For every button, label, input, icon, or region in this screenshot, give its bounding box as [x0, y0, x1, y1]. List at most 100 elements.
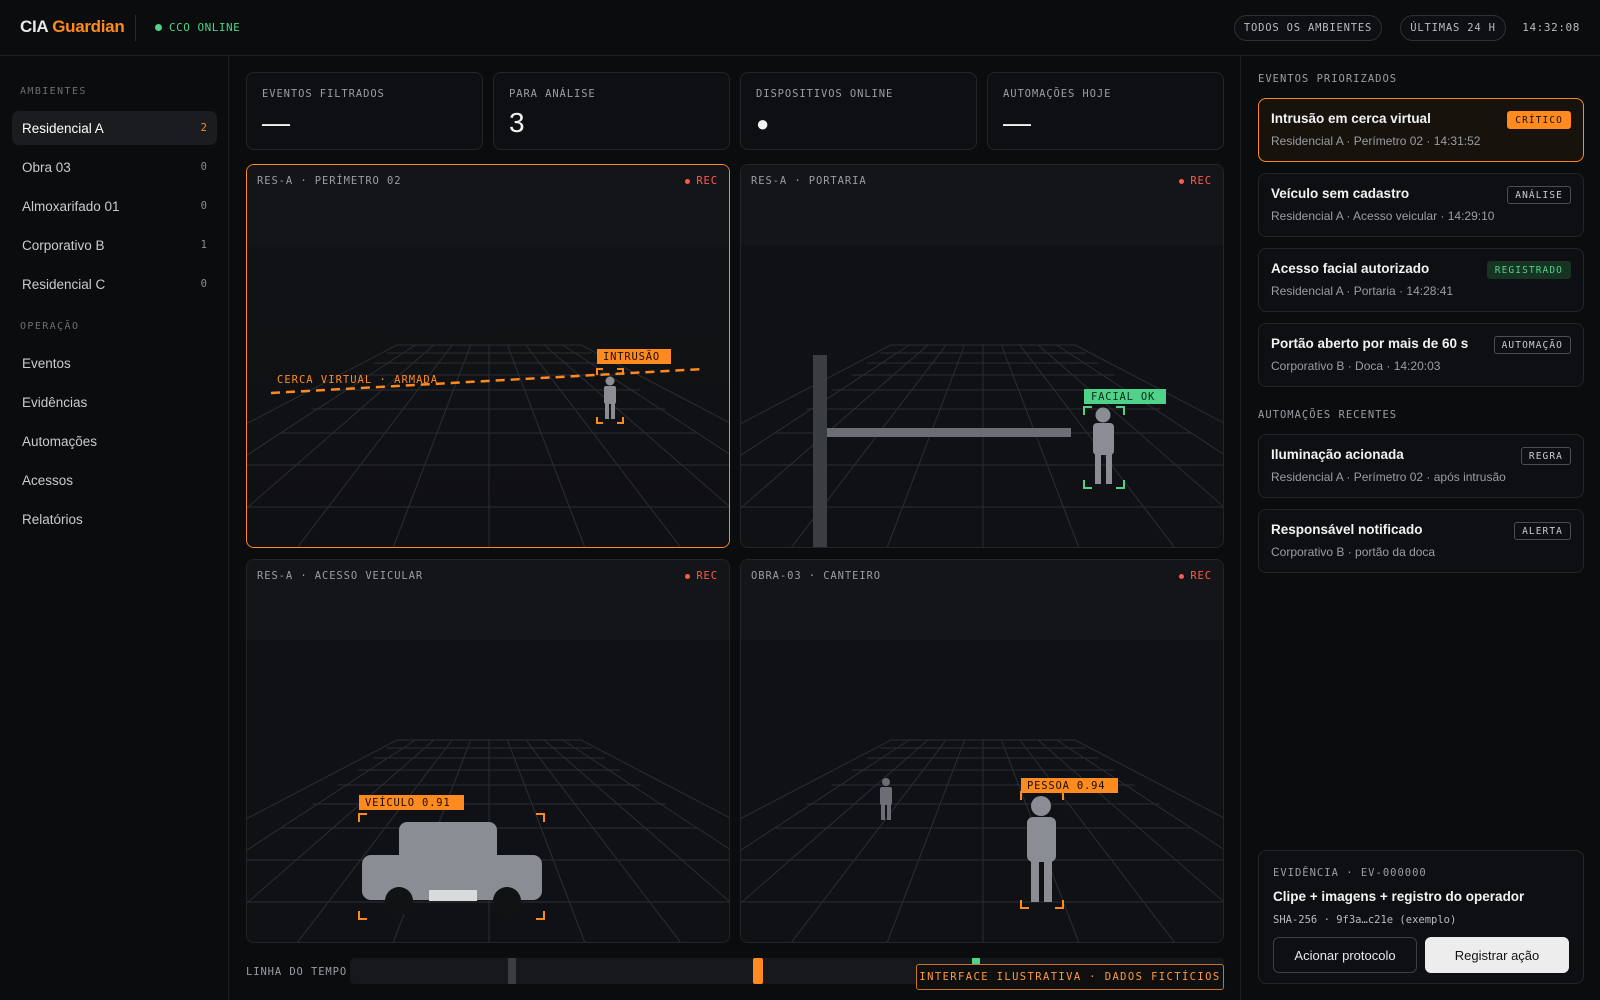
sidebar-item-label: Residencial A — [22, 120, 104, 136]
top-bar: CIA Guardian CCO ONLINE TODOS OS AMBIENT… — [0, 0, 1600, 56]
connection-status: CCO ONLINE — [155, 21, 240, 34]
evidence-panel: EVIDÊNCIA · EV-000000 Clipe + imagens + … — [1258, 850, 1584, 984]
rec-label: REC — [1190, 570, 1212, 582]
camera-scene: FACIAL OK — [741, 165, 1223, 547]
timeline-marker-critical[interactable] — [753, 958, 763, 984]
rec-label: REC — [1190, 175, 1212, 187]
brand-accent: Guardian — [52, 17, 125, 36]
sidebar-item-label: Residencial C — [22, 276, 106, 292]
timeline-label: LINHA DO TEMPO — [246, 966, 348, 978]
sidebar-item-residencial-a[interactable]: Residencial A 2 — [12, 111, 217, 145]
sidebar-item-eventos[interactable]: Eventos — [12, 346, 217, 380]
status-badge: REGISTRADO — [1486, 261, 1571, 279]
brand-logo: CIA Guardian — [20, 17, 125, 37]
sidebar-item-obra-03[interactable]: Obra 03 0 — [12, 150, 217, 184]
camera-feed-portaria[interactable]: FACIAL OK RES-A · PORTARIA REC — [740, 164, 1224, 548]
sidebar-item-label: Relatórios — [22, 511, 83, 527]
sidebar-item-label: Acessos — [22, 472, 74, 488]
stat-card-eventos-filtrados: EVENTOS FILTRADOS — — [246, 72, 483, 150]
sidebar-item-count: 0 — [200, 278, 207, 290]
stat-label: EVENTOS FILTRADOS — [262, 88, 385, 100]
event-subtitle: Residencial A · Portaria · 14:28:41 — [1271, 284, 1454, 298]
automation-card-iluminacao[interactable]: Iluminação acionada Residencial A · Perí… — [1258, 434, 1584, 498]
sidebar-item-label: Obra 03 — [22, 159, 71, 175]
camera-title: OBRA-03 · CANTEIRO — [751, 570, 881, 582]
sidebar-item-corporativo-b[interactable]: Corporativo B 1 — [12, 228, 217, 262]
brand-divider — [135, 15, 136, 41]
sidebar-item-label: Corporativo B — [22, 237, 105, 253]
event-title: Acesso facial autorizado — [1271, 261, 1430, 276]
event-subtitle: Corporativo B · Doca · 14:20:03 — [1271, 359, 1441, 373]
sidebar-item-label: Almoxarifado 01 — [22, 198, 120, 214]
right-panel: EVENTOS PRIORIZADOS Intrusão em cerca vi… — [1240, 56, 1600, 1000]
status-badge: ANÁLISE — [1507, 186, 1571, 204]
rec-indicator: REC — [1179, 570, 1212, 582]
sidebar-item-relatorios[interactable]: Relatórios — [12, 502, 217, 536]
facial-tag: FACIAL OK — [1091, 391, 1155, 403]
event-subtitle: Residencial A · Perímetro 02 · 14:31:52 — [1271, 134, 1481, 148]
rec-dot-icon — [1179, 573, 1185, 579]
rec-dot-icon — [685, 573, 691, 579]
demo-watermark: INTERFACE ILUSTRATIVA · DADOS FICTÍCIOS — [916, 964, 1224, 990]
environment-filter-button[interactable]: TODOS OS AMBIENTES — [1234, 15, 1382, 41]
person-tag: PESSOA 0.94 — [1027, 780, 1105, 792]
rec-dot-icon — [1179, 178, 1185, 184]
evidence-hash: SHA-256 · 9f3a…c21e (exemplo) — [1273, 914, 1457, 926]
event-card-veiculo[interactable]: Veículo sem cadastro Residencial A · Ace… — [1258, 173, 1584, 237]
camera-feed-perimetro-02[interactable]: CERCA VIRTUAL · ARMADA INTRUSÃO RES-A · … — [246, 164, 730, 548]
camera-feed-canteiro[interactable]: PESSOA 0.94 OBRA-03 · CANTEIRO REC — [740, 559, 1224, 943]
timeline-marker[interactable] — [508, 958, 516, 984]
sidebar-item-evidencias[interactable]: Evidências — [12, 385, 217, 419]
environments-heading: AMBIENTES — [20, 86, 87, 97]
event-card-intrusao[interactable]: Intrusão em cerca virtual Residencial A … — [1258, 98, 1584, 162]
event-title: Intrusão em cerca virtual — [1271, 111, 1431, 126]
automation-card-notificacao[interactable]: Responsável notificado Corporativo B · p… — [1258, 509, 1584, 573]
automation-title: Responsável notificado — [1271, 522, 1423, 537]
stat-card-dispositivos-online: DISPOSITIVOS ONLINE ● — [740, 72, 977, 150]
gate-barrier — [827, 428, 1071, 437]
stat-value: — — [1003, 107, 1031, 138]
intrusion-tag: INTRUSÃO — [603, 350, 660, 363]
sidebar-item-automacoes[interactable]: Automações — [12, 424, 217, 458]
trigger-protocol-button[interactable]: Acionar protocolo — [1273, 937, 1417, 973]
stat-value: — — [262, 107, 290, 138]
status-badge: ALERTA — [1514, 522, 1571, 540]
vehicle-tag: VEÍCULO 0.91 — [365, 796, 450, 809]
stat-card-para-analise: PARA ANÁLISE 3 — [493, 72, 730, 150]
rec-indicator: REC — [1179, 175, 1212, 187]
camera-title: RES-A · PORTARIA — [751, 175, 867, 187]
event-subtitle: Residencial A · Acesso veicular · 14:29:… — [1271, 209, 1495, 223]
sidebar-item-acessos[interactable]: Acessos — [12, 463, 217, 497]
rec-label: REC — [696, 570, 718, 582]
register-action-button[interactable]: Registrar ação — [1425, 937, 1569, 973]
camera-title: RES-A · ACESSO VEICULAR — [257, 570, 424, 582]
stat-value: ● — [756, 111, 770, 136]
event-title: Portão aberto por mais de 60 s — [1271, 336, 1469, 351]
automation-subtitle: Residencial A · Perímetro 02 · após intr… — [1271, 470, 1506, 484]
sidebar-item-count: 2 — [200, 122, 207, 134]
status-badge: CRÍTICO — [1507, 111, 1571, 129]
brand-primary: CIA — [20, 17, 48, 36]
rec-indicator: REC — [685, 570, 718, 582]
event-card-facial[interactable]: Acesso facial autorizado Residencial A ·… — [1258, 248, 1584, 312]
recent-automations-heading: AUTOMAÇÕES RECENTES — [1258, 409, 1398, 421]
stat-label: PARA ANÁLISE — [509, 88, 596, 100]
automation-title: Iluminação acionada — [1271, 447, 1404, 462]
event-title: Veículo sem cadastro — [1271, 186, 1410, 201]
rec-dot-icon — [685, 178, 691, 184]
stat-label: DISPOSITIVOS ONLINE — [756, 88, 894, 100]
sidebar-item-residencial-c[interactable]: Residencial C 0 — [12, 267, 217, 301]
camera-scene: PESSOA 0.94 — [741, 560, 1223, 942]
period-filter-button[interactable]: ÚLTIMAS 24 H — [1400, 15, 1506, 41]
sidebar-item-count: 0 — [200, 161, 207, 173]
sidebar-item-count: 0 — [200, 200, 207, 212]
event-card-portao[interactable]: Portão aberto por mais de 60 s Corporati… — [1258, 323, 1584, 387]
virtual-fence-label: CERCA VIRTUAL · ARMADA — [277, 374, 438, 386]
camera-title: RES-A · PERÍMETRO 02 — [257, 175, 402, 187]
connection-status-label: CCO ONLINE — [169, 21, 241, 34]
sidebar-item-count: 1 — [200, 239, 207, 251]
camera-feed-acesso-veicular[interactable]: VEÍCULO 0.91 RES-A · ACESSO VEICULAR REC — [246, 559, 730, 943]
camera-scene: VEÍCULO 0.91 — [247, 560, 729, 942]
rec-label: REC — [696, 175, 718, 187]
sidebar-item-almoxarifado-01[interactable]: Almoxarifado 01 0 — [12, 189, 217, 223]
